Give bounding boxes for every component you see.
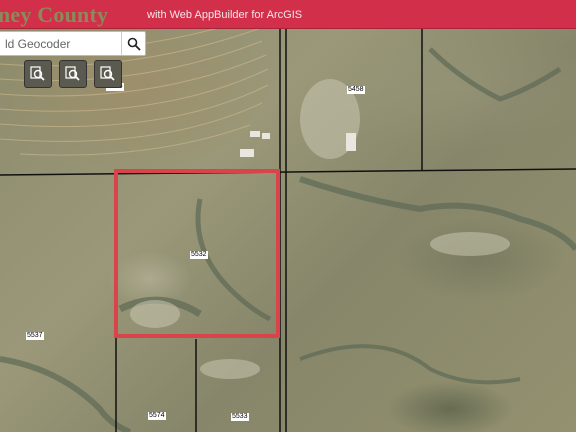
zoom-tool-button-3[interactable] (94, 60, 122, 88)
parcel-label-5532[interactable]: 5532 (190, 251, 208, 259)
search-button[interactable] (121, 32, 145, 55)
parcel-label-5537[interactable]: 5537 (26, 332, 44, 340)
parcel-label-5533[interactable]: 5533 (231, 413, 249, 421)
zoom-search-icon (100, 66, 115, 81)
app-header: ney County with Web AppBuilder for ArcGI… (0, 0, 576, 29)
parcel-label-5458[interactable]: 5458 (347, 86, 365, 94)
zoom-tool-button-1[interactable] (24, 60, 52, 88)
app-title: ney County (0, 2, 109, 27)
zoom-search-icon (65, 66, 80, 81)
search-input[interactable] (0, 32, 121, 55)
map-view[interactable]: 5445 5458 5532 5537 5574 5533 (0, 29, 576, 432)
parcel-boundaries (0, 29, 576, 432)
geocoder-search (0, 31, 146, 56)
map-imagery (0, 29, 576, 432)
zoom-tool-button-2[interactable] (59, 60, 87, 88)
parcel-label-5574[interactable]: 5574 (148, 412, 166, 420)
zoom-search-icon (30, 66, 45, 81)
app-subtitle: with Web AppBuilder for ArcGIS (147, 9, 303, 21)
search-icon (127, 37, 141, 51)
